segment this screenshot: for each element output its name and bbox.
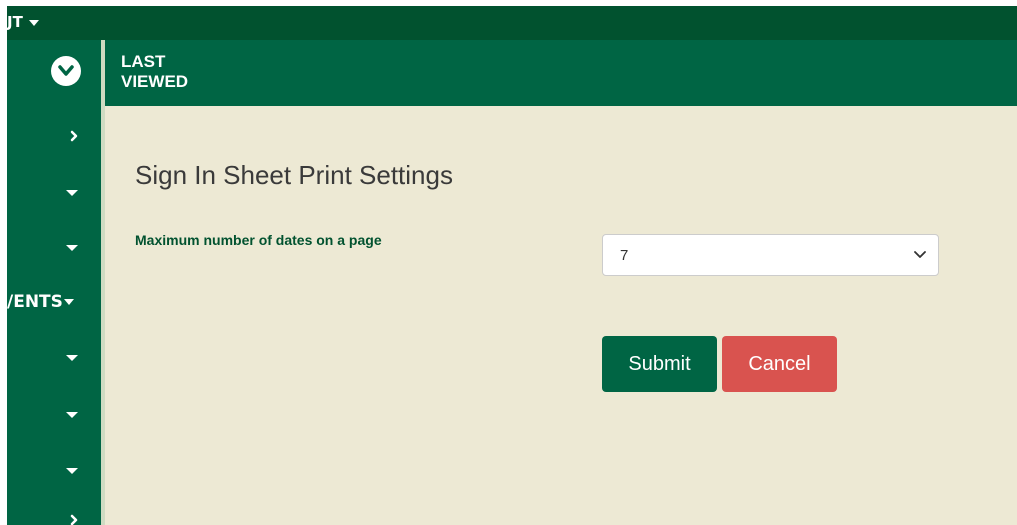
- top-navbar: JT: [7, 6, 1017, 40]
- page-title: Sign In Sheet Print Settings: [135, 160, 453, 190]
- chevron-down-icon: [914, 251, 926, 258]
- app-frame: JT /ENTS LAST VIEWED Sign In Sheet Print…: [7, 6, 1017, 525]
- chevron-down-icon: [58, 65, 74, 76]
- main-content: LAST VIEWED Sign In Sheet Print Settings…: [105, 40, 1017, 525]
- sidebar: /ENTS: [7, 40, 101, 525]
- sidebar-item-2[interactable]: [7, 180, 101, 204]
- events-label-text: /ENTS: [7, 292, 63, 312]
- sidebar-item-8[interactable]: [7, 510, 101, 525]
- sidebar-item-1[interactable]: [7, 126, 101, 150]
- collapse-toggle-button[interactable]: [51, 56, 81, 86]
- caret-down-icon: [66, 355, 78, 361]
- sidebar-item-5[interactable]: [7, 345, 101, 369]
- chevron-right-icon: [70, 514, 78, 525]
- max-dates-label: Maximum number of dates on a page: [135, 232, 382, 248]
- submit-button[interactable]: Submit: [602, 336, 717, 392]
- caret-down-icon: [63, 299, 74, 305]
- sidebar-item-label: /ENTS: [7, 292, 74, 312]
- max-dates-value: 7: [620, 247, 629, 264]
- chevron-right-icon: [70, 130, 78, 142]
- last-viewed-header[interactable]: LAST VIEWED: [105, 40, 1017, 106]
- caret-down-icon: [66, 190, 78, 196]
- sidebar-item-6[interactable]: [7, 402, 101, 426]
- caret-down-icon: [66, 412, 78, 418]
- max-dates-select[interactable]: 7: [602, 234, 939, 276]
- sidebar-item-events[interactable]: /ENTS: [7, 290, 101, 314]
- caret-down-icon: [66, 245, 78, 251]
- cancel-button[interactable]: Cancel: [722, 336, 837, 392]
- caret-down-icon: [28, 19, 39, 26]
- top-menu-item[interactable]: JT: [7, 13, 39, 31]
- sidebar-item-7[interactable]: [7, 458, 101, 482]
- caret-down-icon: [66, 468, 78, 474]
- sidebar-item-3[interactable]: [7, 235, 101, 259]
- top-menu-label: JT: [7, 13, 23, 31]
- last-viewed-title: LAST VIEWED: [121, 52, 189, 91]
